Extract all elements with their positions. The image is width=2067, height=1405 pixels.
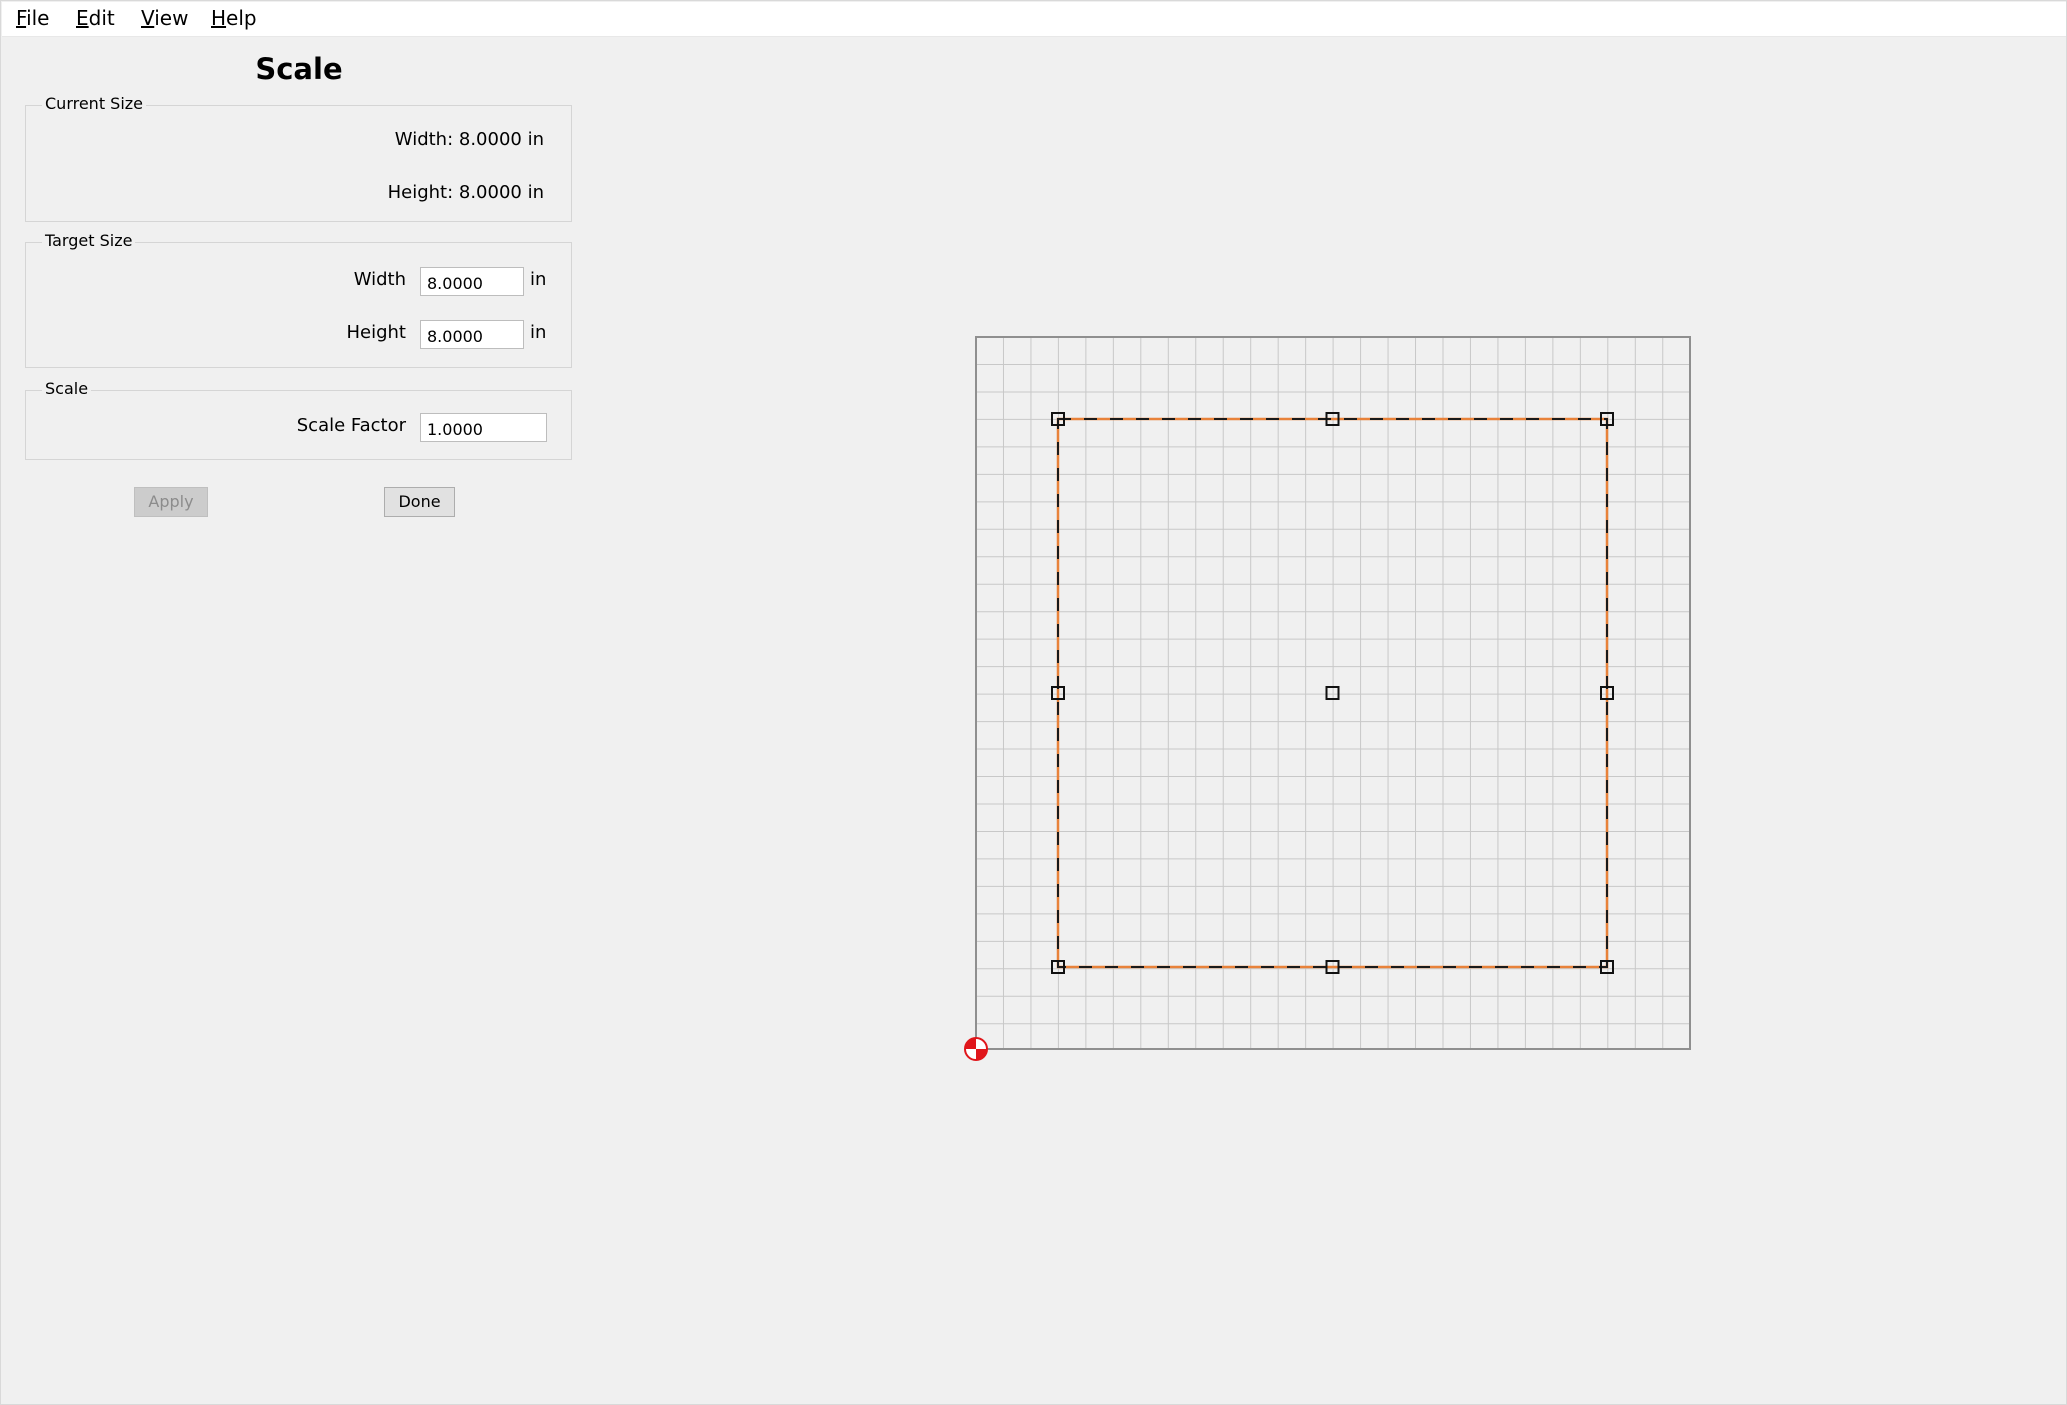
menu-view[interactable]: View [141,6,188,30]
target-height-unit: in [530,322,547,343]
menu-edit[interactable]: Edit [76,6,115,30]
canvas-svg[interactable] [961,331,1701,1071]
scale-factor-input[interactable] [420,413,547,442]
target-size-legend: Target Size [42,231,136,251]
scale-factor-label: Scale Factor [296,415,406,436]
scale-group: Scale Scale Factor [25,379,572,460]
selection-handles[interactable] [1051,412,1614,974]
target-width-unit: in [530,269,547,290]
grid-lines [976,337,1690,1049]
apply-button[interactable]: Apply [134,487,208,517]
target-width-input[interactable] [420,267,524,296]
menu-bar: File Edit View Help [2,2,2066,37]
done-button[interactable]: Done [384,487,455,517]
target-height-label: Height [346,322,406,343]
panel-title: Scale [255,52,343,86]
origin-marker-quadrant [965,1038,976,1049]
current-width-readout: Width: 8.0000 in [394,129,544,150]
current-size-legend: Current Size [42,94,147,114]
target-height-input[interactable] [420,320,524,349]
current-size-group: Current Size Width: 8.0000 in Height: 8.… [25,94,572,222]
drawing-canvas[interactable] [961,331,1701,1071]
target-width-label: Width [353,269,406,290]
scale-legend: Scale [42,379,92,399]
menu-help[interactable]: Help [211,6,257,30]
current-height-readout: Height: 8.0000 in [387,182,544,203]
target-size-group: Target Size Width in Height in [25,231,572,368]
menu-file[interactable]: File [16,6,49,30]
resize-handle[interactable] [1325,686,1340,700]
origin-marker [964,1037,988,1061]
app-window: File Edit View Help Scale Current Size W… [0,0,2067,1405]
origin-marker-quadrant [976,1049,987,1060]
